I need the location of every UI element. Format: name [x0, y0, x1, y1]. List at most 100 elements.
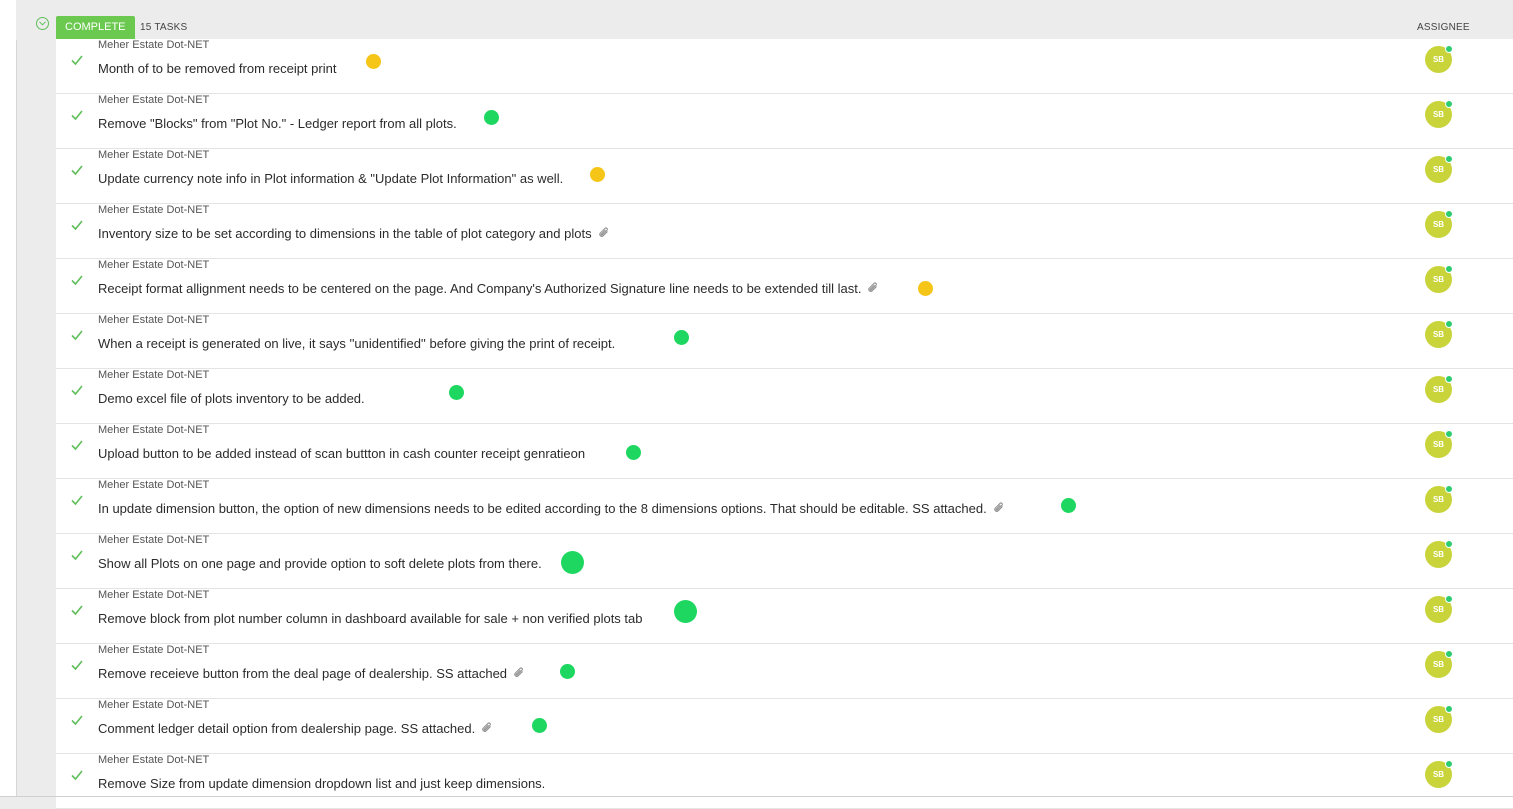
task-row[interactable]: Meher Estate Dot-NET Remove Size from upd…: [56, 754, 1513, 809]
priority-flag-icon[interactable]: [626, 445, 641, 460]
task-title[interactable]: Remove block from plot number column in …: [98, 611, 643, 626]
check-icon[interactable]: [70, 108, 84, 122]
task-row[interactable]: Meher Estate Dot-NET Remove receieve butt…: [56, 644, 1513, 699]
task-row[interactable]: Meher Estate Dot-NET Demo excel file of p…: [56, 369, 1513, 424]
task-title[interactable]: Inventory size to be set according to di…: [98, 226, 592, 241]
task-title[interactable]: Demo excel file of plots inventory to be…: [98, 391, 365, 406]
assignee-avatar[interactable]: SB: [1425, 760, 1453, 788]
check-icon[interactable]: [70, 163, 84, 177]
assignee-avatar[interactable]: SB: [1425, 210, 1453, 238]
assignee-avatar[interactable]: SB: [1425, 45, 1453, 73]
online-status-icon: [1445, 100, 1453, 108]
task-title-line: Receipt format allignment needs to be ce…: [98, 278, 879, 298]
task-row[interactable]: Meher Estate Dot-NET Remove block from pl…: [56, 589, 1513, 644]
assignee-avatar[interactable]: SB: [1425, 320, 1453, 348]
assignee-avatar[interactable]: SB: [1425, 430, 1453, 458]
status-badge[interactable]: COMPLETE: [56, 16, 135, 39]
priority-flag-icon[interactable]: [532, 718, 547, 733]
online-status-icon: [1445, 760, 1453, 768]
priority-flag-icon[interactable]: [1061, 498, 1076, 513]
left-gutter: [0, 0, 17, 797]
online-status-icon: [1445, 485, 1453, 493]
task-row[interactable]: Meher Estate Dot-NET In update dimension …: [56, 479, 1513, 534]
priority-flag-icon[interactable]: [366, 54, 381, 69]
attachment-icon[interactable]: [481, 722, 493, 734]
task-project-name[interactable]: Meher Estate Dot-NET: [98, 259, 209, 271]
task-row[interactable]: Meher Estate Dot-NET Comment ledger detai…: [56, 699, 1513, 754]
assignee-avatar[interactable]: SB: [1425, 100, 1453, 128]
task-title[interactable]: Remove Size from update dimension dropdo…: [98, 776, 545, 791]
task-project-name[interactable]: Meher Estate Dot-NET: [98, 94, 209, 106]
priority-flag-icon[interactable]: [484, 110, 499, 125]
task-project-name[interactable]: Meher Estate Dot-NET: [98, 369, 209, 381]
task-title-line: Update currency note info in Plot inform…: [98, 168, 563, 188]
task-row[interactable]: Meher Estate Dot-NET Remove "Blocks" from…: [56, 94, 1513, 149]
task-title[interactable]: When a receipt is generated on live, it …: [98, 336, 615, 351]
task-row[interactable]: Meher Estate Dot-NET Upload button to be …: [56, 424, 1513, 479]
task-row[interactable]: Meher Estate Dot-NET Update currency note…: [56, 149, 1513, 204]
check-icon[interactable]: [70, 218, 84, 232]
task-row[interactable]: Meher Estate Dot-NET When a receipt is ge…: [56, 314, 1513, 369]
assignee-initials: SB: [1432, 495, 1445, 504]
assignee-avatar[interactable]: SB: [1425, 485, 1453, 513]
assignee-avatar[interactable]: SB: [1425, 705, 1453, 733]
priority-flag-icon[interactable]: [560, 664, 575, 679]
attachment-icon[interactable]: [513, 667, 525, 679]
assignee-avatar[interactable]: SB: [1425, 540, 1453, 568]
check-icon[interactable]: [70, 493, 84, 507]
check-icon[interactable]: [70, 328, 84, 342]
task-row[interactable]: Meher Estate Dot-NET Month of to be remov…: [56, 39, 1513, 94]
priority-flag-icon[interactable]: [918, 281, 933, 296]
task-title[interactable]: Remove "Blocks" from "Plot No." - Ledger…: [98, 116, 457, 131]
task-project-name[interactable]: Meher Estate Dot-NET: [98, 204, 209, 216]
task-row[interactable]: Meher Estate Dot-NET Show all Plots on on…: [56, 534, 1513, 589]
assignee-initials: SB: [1432, 385, 1445, 394]
check-icon[interactable]: [70, 713, 84, 727]
task-project-name[interactable]: Meher Estate Dot-NET: [98, 644, 209, 656]
check-icon[interactable]: [70, 548, 84, 562]
task-title[interactable]: Remove receieve button from the deal pag…: [98, 666, 507, 681]
task-title[interactable]: Show all Plots on one page and provide o…: [98, 556, 542, 571]
priority-flag-icon[interactable]: [674, 600, 697, 623]
assignee-avatar[interactable]: SB: [1425, 155, 1453, 183]
priority-flag-icon[interactable]: [449, 385, 464, 400]
online-status-icon: [1445, 210, 1453, 218]
attachment-icon[interactable]: [598, 227, 610, 239]
task-project-name[interactable]: Meher Estate Dot-NET: [98, 699, 209, 711]
priority-flag-icon[interactable]: [561, 551, 584, 574]
task-project-name[interactable]: Meher Estate Dot-NET: [98, 314, 209, 326]
check-icon[interactable]: [70, 383, 84, 397]
assignee-avatar[interactable]: SB: [1425, 650, 1453, 678]
task-project-name[interactable]: Meher Estate Dot-NET: [98, 754, 209, 766]
attachment-icon[interactable]: [867, 282, 879, 294]
task-title[interactable]: Receipt format allignment needs to be ce…: [98, 281, 861, 296]
task-project-name[interactable]: Meher Estate Dot-NET: [98, 534, 209, 546]
task-title[interactable]: In update dimension button, the option o…: [98, 501, 987, 516]
task-row[interactable]: Meher Estate Dot-NET Receipt format allig…: [56, 259, 1513, 314]
task-project-name[interactable]: Meher Estate Dot-NET: [98, 424, 209, 436]
attachment-icon[interactable]: [993, 502, 1005, 514]
task-title[interactable]: Comment ledger detail option from dealer…: [98, 721, 475, 736]
task-project-name[interactable]: Meher Estate Dot-NET: [98, 589, 209, 601]
task-row[interactable]: Meher Estate Dot-NET Inventory size to be…: [56, 204, 1513, 259]
task-title[interactable]: Update currency note info in Plot inform…: [98, 171, 563, 186]
task-title[interactable]: Upload button to be added instead of sca…: [98, 446, 585, 461]
check-icon[interactable]: [70, 768, 84, 782]
assignee-avatar[interactable]: SB: [1425, 375, 1453, 403]
check-icon[interactable]: [70, 438, 84, 452]
assignee-avatar[interactable]: SB: [1425, 595, 1453, 623]
assignee-avatar[interactable]: SB: [1425, 265, 1453, 293]
check-icon[interactable]: [70, 603, 84, 617]
check-icon[interactable]: [70, 53, 84, 67]
priority-flag-icon[interactable]: [590, 167, 605, 182]
check-icon[interactable]: [70, 273, 84, 287]
task-title[interactable]: Month of to be removed from receipt prin…: [98, 61, 336, 76]
task-project-name[interactable]: Meher Estate Dot-NET: [98, 39, 209, 51]
assignee-column-header[interactable]: ASSIGNEE: [1417, 22, 1470, 33]
task-project-name[interactable]: Meher Estate Dot-NET: [98, 149, 209, 161]
collapse-group-icon[interactable]: [36, 17, 49, 30]
online-status-icon: [1445, 705, 1453, 713]
task-project-name[interactable]: Meher Estate Dot-NET: [98, 479, 209, 491]
check-icon[interactable]: [70, 658, 84, 672]
priority-flag-icon[interactable]: [674, 330, 689, 345]
